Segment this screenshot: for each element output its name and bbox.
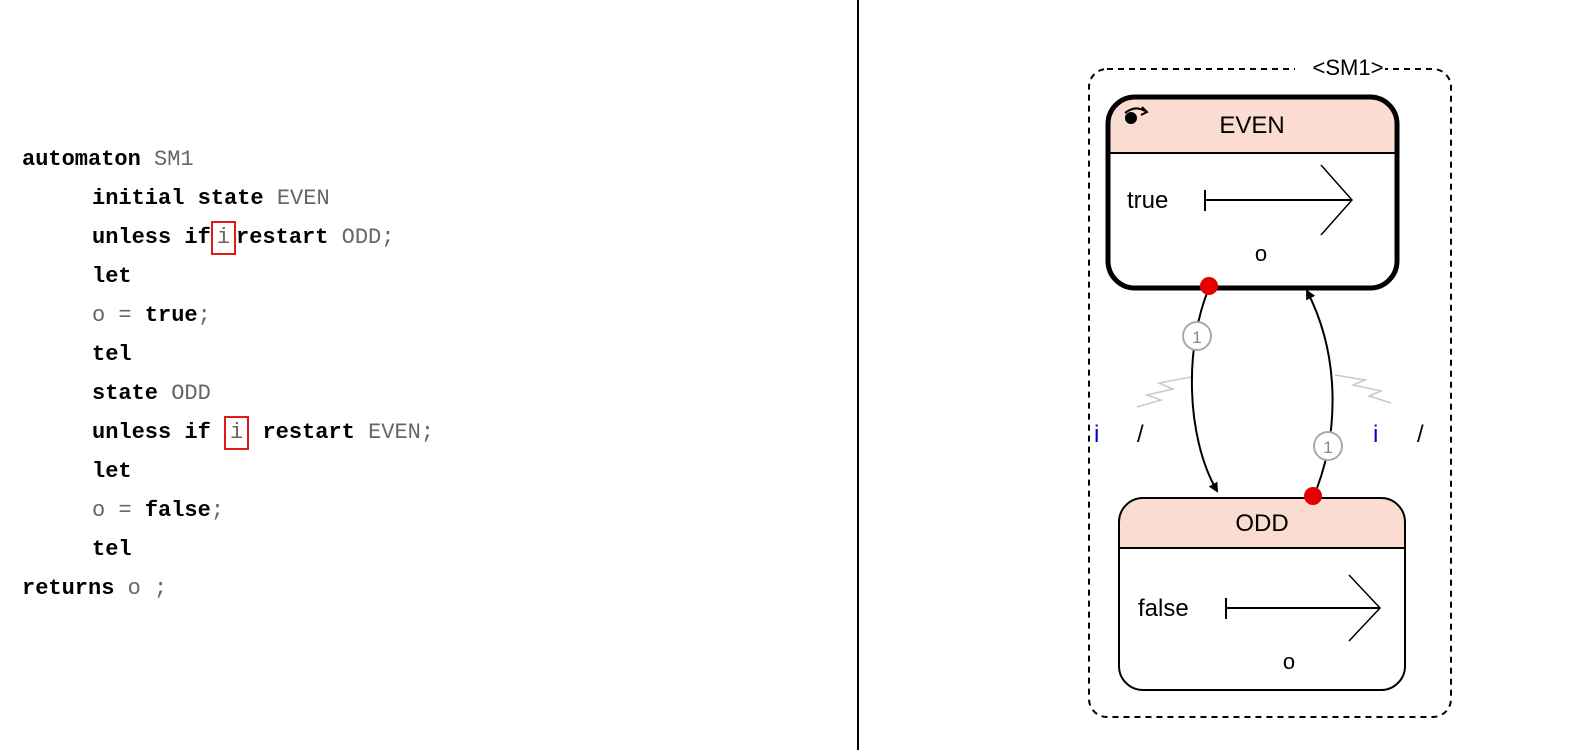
keyword-unless-if: unless if: [92, 420, 211, 445]
code-line-unless-1: unless if i restart ODD;: [22, 220, 434, 259]
code-line-automaton: automaton SM1: [22, 142, 434, 181]
restart-target: EVEN;: [368, 420, 435, 445]
keyword-unless-if: unless if: [92, 225, 211, 250]
svg-text:1: 1: [1323, 438, 1332, 457]
keyword-true: true: [144, 303, 198, 328]
automaton-name: SM1: [154, 147, 194, 172]
state-odd[interactable]: ODD false o: [1118, 497, 1406, 691]
transition-slash: /: [1137, 421, 1144, 448]
assign-lhs: o =: [92, 303, 132, 328]
state-even-output: o: [1255, 241, 1267, 266]
transition-odd-to-even[interactable]: 1 i /: [1304, 289, 1424, 505]
highlighted-condition[interactable]: i: [224, 416, 250, 450]
transition-guard: i: [1094, 421, 1099, 448]
state-name-even: EVEN: [276, 186, 330, 211]
code-line-assign-2: o = false;: [22, 493, 434, 532]
code-panel: automaton SM1 initial state EVEN unless …: [22, 142, 434, 610]
output-arrow-icon: [1225, 574, 1382, 642]
keyword-state: state: [92, 381, 159, 406]
state-odd-expr: false: [1138, 595, 1189, 622]
code-line-initial-state: initial state EVEN: [22, 181, 434, 220]
keyword-tel: tel: [92, 342, 132, 367]
state-odd-title: ODD: [1235, 510, 1288, 537]
returns-value: o ;: [127, 576, 168, 601]
code-line-assign-1: o = true;: [22, 298, 434, 337]
code-line-let-1: let: [22, 259, 434, 298]
keyword-initial-state: initial state: [92, 186, 264, 211]
keyword-let: let: [92, 264, 132, 289]
svg-text:1: 1: [1192, 328, 1201, 347]
state-name-odd: ODD: [171, 381, 211, 406]
transition-label-leader: [1136, 376, 1192, 408]
code-line-let-2: let: [22, 454, 434, 493]
state-even-expr: true: [1127, 187, 1168, 214]
keyword-false: false: [144, 498, 211, 523]
code-line-unless-2: unless if i restart EVEN;: [22, 415, 434, 454]
keyword-tel: tel: [92, 537, 132, 562]
semicolon: ;: [210, 498, 225, 523]
transition-even-to-odd[interactable]: 1 i /: [1094, 277, 1218, 493]
transition-slash: /: [1417, 421, 1424, 448]
keyword-let: let: [92, 459, 132, 484]
restart-target: ODD;: [341, 225, 395, 250]
transition-start-dot: [1304, 487, 1322, 505]
output-arrow-icon: [1204, 164, 1354, 236]
state-odd-output: o: [1283, 649, 1295, 674]
code-line-tel-2: tel: [22, 532, 434, 571]
panel-divider: [857, 0, 859, 750]
keyword-restart: restart: [262, 420, 355, 445]
transition-start-dot: [1200, 277, 1218, 295]
machine-label: <SM1>: [1313, 55, 1384, 80]
code-line-tel-1: tel: [22, 337, 434, 376]
state-even[interactable]: EVEN true o: [1105, 94, 1400, 291]
assign-lhs: o =: [92, 498, 132, 523]
highlighted-condition[interactable]: i: [210, 221, 237, 255]
keyword-returns: returns: [22, 576, 115, 601]
semicolon: ;: [197, 303, 211, 328]
code-line-state-odd: state ODD: [22, 376, 434, 415]
code-line-returns: returns o ;: [22, 571, 434, 610]
transition-guard: i: [1373, 421, 1378, 448]
state-even-title: EVEN: [1219, 112, 1284, 139]
transition-label-leader: [1334, 374, 1392, 404]
keyword-automaton: automaton: [22, 147, 141, 172]
keyword-restart: restart: [236, 225, 329, 250]
state-machine-diagram: <SM1> EVEN true o ODD false o 1 i / 1 i …: [1085, 55, 1465, 740]
